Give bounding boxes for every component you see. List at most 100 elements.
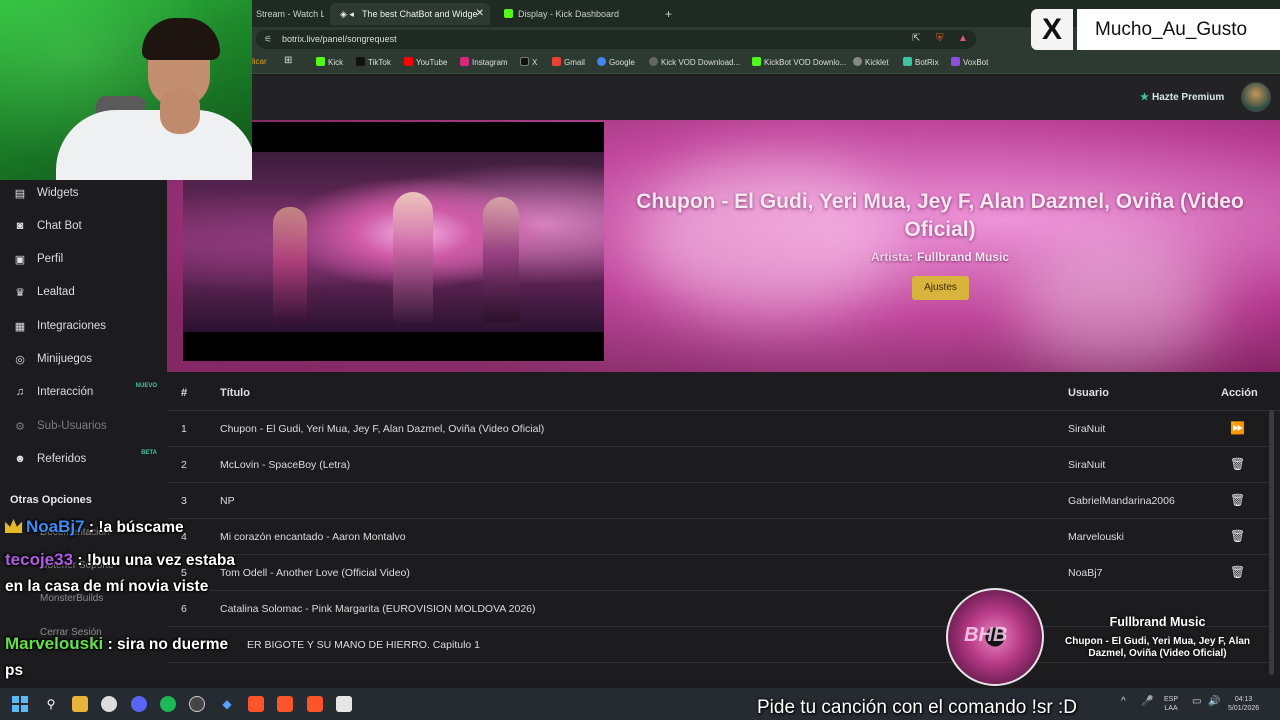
sidebar-item-chat-bot[interactable]: ◙ Chat Bot: [0, 212, 167, 242]
bookmark-label: Google: [609, 58, 635, 67]
premium-button[interactable]: ★ Hazte Premium: [1140, 92, 1224, 103]
sidebar-item-interaccion[interactable]: ♫ Interacción NUEVO: [0, 378, 167, 408]
windows-start-icon[interactable]: [12, 696, 28, 712]
chat-message: NoaBj7 : !a búscame: [5, 514, 250, 541]
x-logo-icon: X: [1031, 9, 1073, 50]
artist-label: Artista:: [870, 250, 913, 264]
table-row: 4 Mi corazón encantado - Aaron Montalvo Ma…: [167, 519, 1270, 555]
widget-artist: Fullbrand Music: [1109, 615, 1206, 629]
new-tab-button[interactable]: +: [660, 3, 680, 25]
microphone-icon[interactable]: 🎤: [1141, 697, 1153, 707]
bookmark-kickbot-vod[interactable]: KickBot VOD Downlo...: [752, 57, 846, 67]
speaker-icon: ◈ ◂: [340, 9, 354, 19]
discord-icon[interactable]: [131, 696, 147, 712]
trash-icon[interactable]: 🗑: [1230, 457, 1245, 471]
sidebar-item-label: Minijuegos: [37, 353, 92, 365]
brave-shield-icon[interactable]: ⛨: [936, 33, 944, 44]
share-icon[interactable]: ⇱: [912, 33, 920, 44]
sidebar-item-integraciones[interactable]: ▦ Integraciones: [0, 312, 167, 342]
url-field[interactable]: ⚟ botrix.live/panel/songrequest: [256, 30, 976, 49]
bookmark-x[interactable]: X: [520, 57, 537, 67]
sidebar-item-widgets[interactable]: ▤ Widgets: [0, 179, 167, 209]
x-icon: [520, 57, 529, 66]
chat-username: NoaBj7: [26, 517, 85, 536]
crown-icon: [5, 519, 22, 533]
tab-botrix[interactable]: ◈ ◂ The best ChatBot and Widge ✕: [330, 3, 490, 25]
app-icon[interactable]: [101, 696, 117, 712]
network-icon[interactable]: ▭: [1192, 697, 1201, 707]
bookmark-item[interactable]: licar: [252, 57, 267, 66]
webcam-person-hand: [160, 88, 200, 134]
bookmark-google[interactable]: Google: [597, 57, 635, 67]
bookmark-instagram[interactable]: Instagram: [460, 57, 508, 67]
sidebar-item-minijuegos[interactable]: ◎ Minijuegos: [0, 345, 167, 375]
chat-overlay: NoaBj7 : !a búscame tecoje33 : !buu una …: [0, 512, 252, 687]
artist-line: Artista: Fullbrand Music: [630, 250, 1250, 264]
volume-icon[interactable]: 🔊: [1208, 697, 1220, 707]
bookmark-label: licar: [252, 57, 267, 66]
bookmark-botrix[interactable]: BotRix: [903, 57, 939, 67]
tray-chevron-icon[interactable]: ^: [1121, 697, 1126, 707]
sidebar-item-perfil[interactable]: ▣ Perfil: [0, 245, 167, 275]
bookmark-gmail[interactable]: Gmail: [552, 57, 585, 67]
bookmark-kicklet[interactable]: Kicklet: [853, 57, 889, 67]
sidebar-item-label: Integraciones: [37, 320, 107, 332]
close-tab-icon[interactable]: ✕: [476, 3, 484, 25]
sidebar-item-lealtad[interactable]: ♛ Lealtad: [0, 278, 167, 308]
trash-icon[interactable]: 🗑: [1230, 493, 1245, 507]
clock[interactable]: 04:13 5/01/2026: [1228, 695, 1259, 713]
app-icon[interactable]: ◆: [219, 696, 235, 712]
bookmark-youtube[interactable]: YouTube: [404, 57, 447, 67]
row-number: 3: [181, 495, 187, 507]
apps-grid-icon[interactable]: ⊞: [284, 55, 292, 66]
sidebar-item-label: Chat Bot: [37, 220, 82, 232]
tab-kick-dashboard[interactable]: Display - Kick Dashboard: [496, 3, 656, 25]
row-user: GabrielMandarina2006: [1068, 495, 1175, 507]
bookmark-voxbot[interactable]: VoxBot: [951, 57, 988, 67]
user-avatar[interactable]: [1241, 82, 1271, 112]
bookmark-label: KickBot VOD Downlo...: [764, 58, 847, 67]
sidebar-item-label: Perfil: [37, 253, 64, 265]
notepad-icon[interactable]: [336, 696, 352, 712]
row-title: Catalina Solomac - Pink Margarita (EUROV…: [220, 603, 536, 615]
row-title: McLovin - SpaceBoy (Letra): [220, 459, 351, 471]
sidebar-item-sub-usuarios[interactable]: ⚙ Sub-Usuarios: [0, 412, 167, 442]
brave-icon[interactable]: [307, 696, 323, 712]
bookmark-tiktok[interactable]: TikTok: [356, 57, 391, 67]
chat-username: Marvelouski: [5, 634, 104, 653]
language-indicator[interactable]: ESP LAA: [1164, 695, 1178, 713]
artist-name: Fullbrand Music: [917, 250, 1010, 264]
search-icon[interactable]: ⚲: [43, 696, 59, 712]
clock-time: 04:13: [1234, 696, 1253, 703]
brave-icon[interactable]: [277, 696, 293, 712]
bookmark-kick[interactable]: Kick: [316, 57, 343, 67]
bookmark-label: Instagram: [472, 58, 508, 67]
video-figure: [273, 207, 307, 327]
music-icon: ♫: [15, 386, 25, 398]
trash-icon[interactable]: 🗑: [1230, 565, 1245, 579]
sidebar-item-label: Lealtad: [37, 286, 75, 298]
settings-button[interactable]: Ajustes: [912, 276, 969, 300]
url-text: botrix.live/panel/songrequest: [282, 34, 397, 44]
bookmark-label: Kicklet: [865, 58, 889, 67]
tiktok-icon: [356, 57, 365, 66]
bookmark-kick-vod[interactable]: Kick VOD Download...: [649, 57, 740, 67]
rewards-icon[interactable]: ▲: [958, 33, 968, 44]
lang-bottom: LAA: [1164, 705, 1178, 712]
users-icon: ☻: [14, 453, 26, 465]
premium-label: Hazte Premium: [1151, 92, 1225, 103]
file-explorer-icon[interactable]: [72, 696, 88, 712]
brave-icon[interactable]: [248, 696, 264, 712]
skip-icon[interactable]: ⏩: [1230, 421, 1245, 435]
spotify-icon[interactable]: [160, 696, 176, 712]
video-figure: [393, 192, 433, 322]
bookmark-label: BotRix: [915, 58, 939, 67]
bookmark-label: Kick: [328, 58, 344, 67]
sidebar-item-referidos[interactable]: ☻ Referidos BETA: [0, 445, 167, 475]
row-user: NoaBj7: [1068, 567, 1103, 579]
site-info-icon[interactable]: ⚟: [264, 30, 272, 49]
tab-stream[interactable]: Stream - Watch Li: [244, 3, 324, 25]
trash-icon[interactable]: 🗑: [1230, 529, 1245, 543]
table-scrollbar[interactable]: [1269, 410, 1274, 675]
obs-icon[interactable]: [189, 696, 205, 712]
